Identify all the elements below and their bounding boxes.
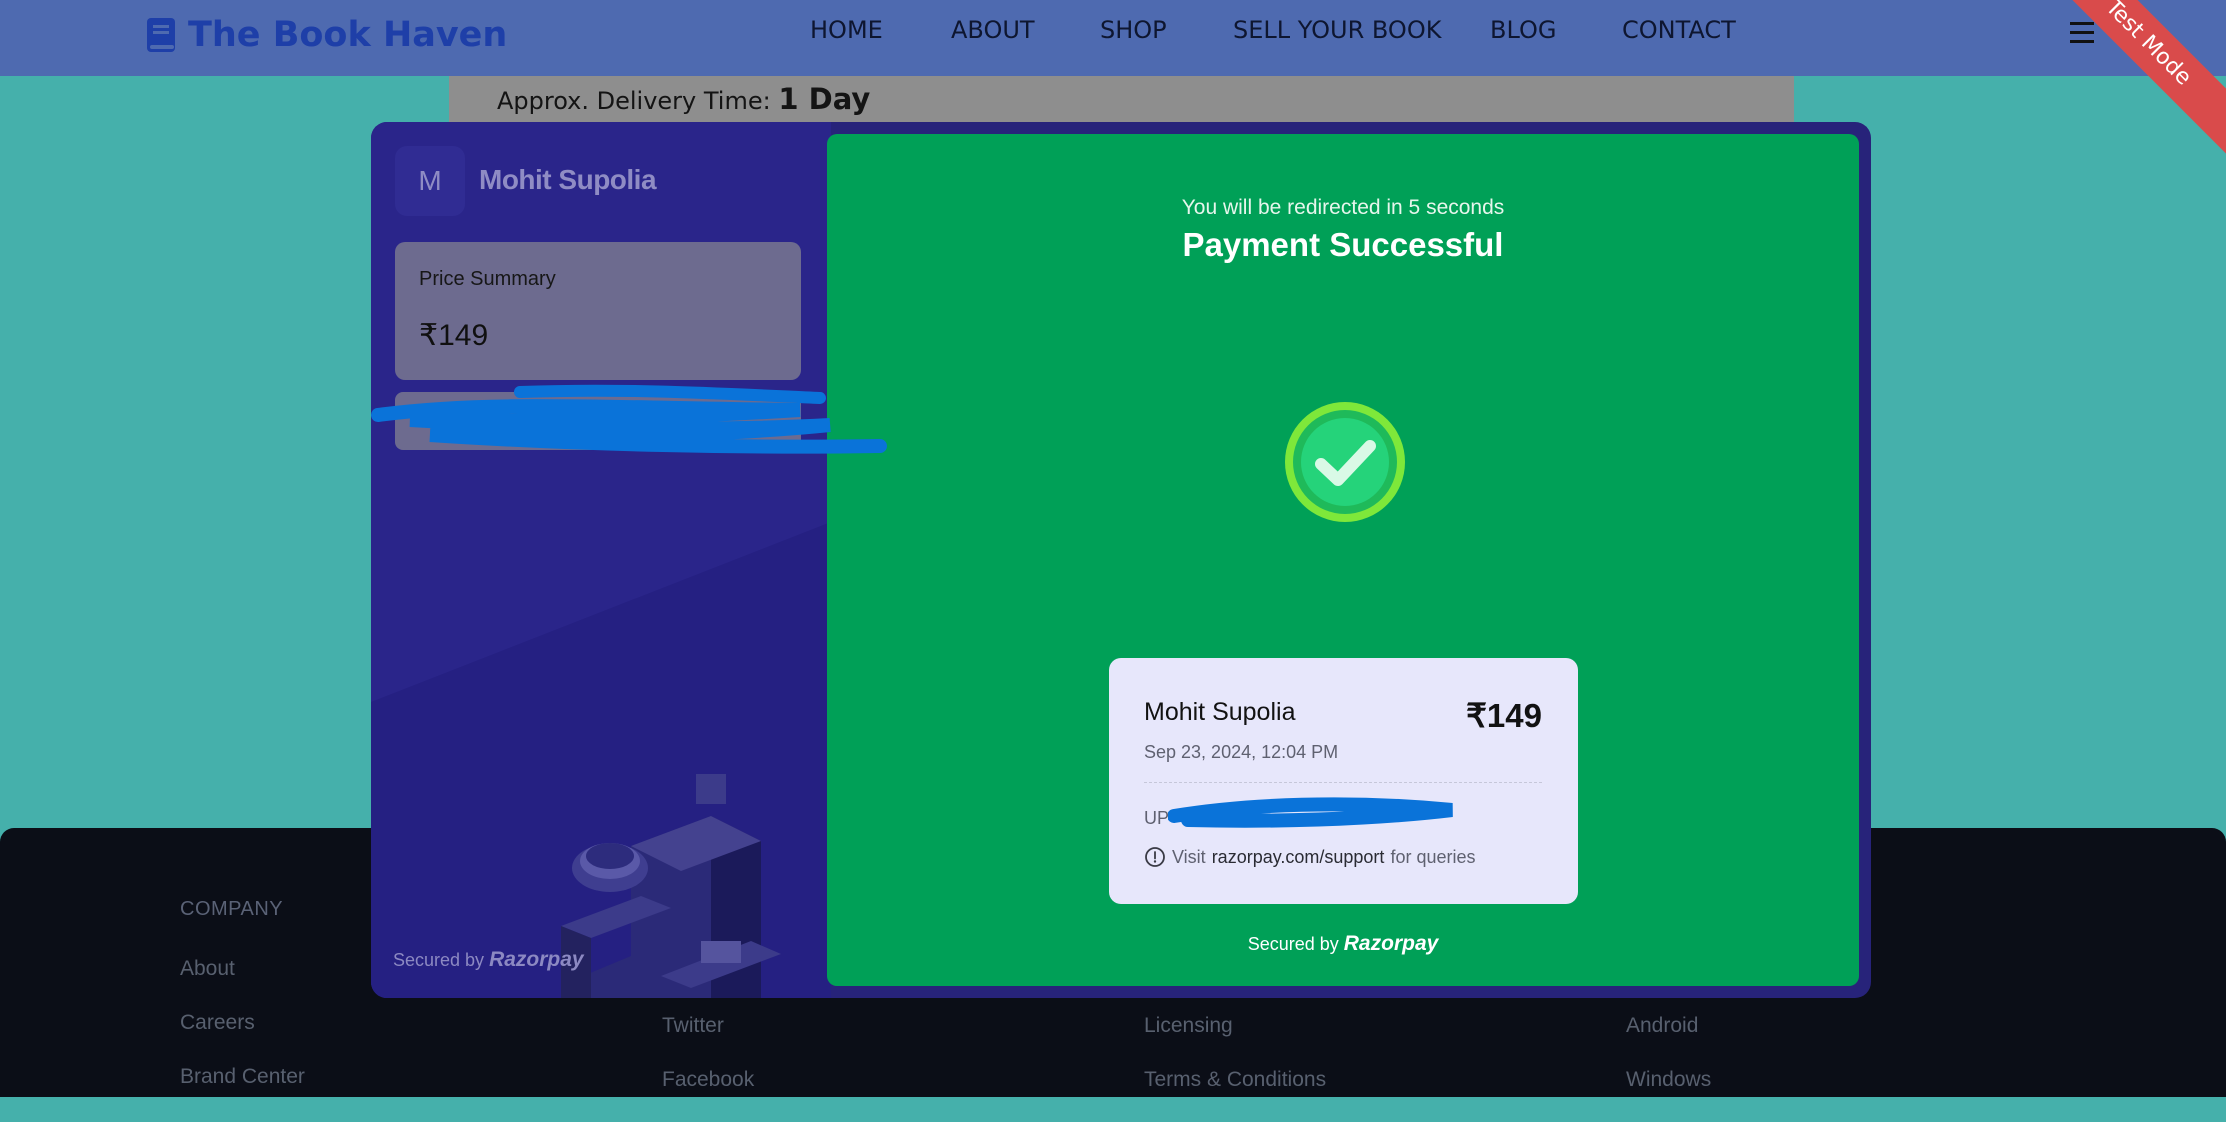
receipt-payee-name: Mohit Supolia [1144, 698, 1296, 726]
footer-link-android[interactable]: Android [1626, 1014, 1711, 1068]
footer-column-download: Android Windows [1626, 1014, 1711, 1122]
buildings-illustration [561, 774, 781, 998]
checkout-modal: M Mohit Supolia Price Summary ₹149 Secur… [371, 122, 1871, 998]
delivery-strip: Approx. Delivery Time: 1 Day [449, 76, 1794, 122]
footer-column-social: Twitter Facebook [662, 1014, 754, 1122]
footer-link-windows[interactable]: Windows [1626, 1068, 1711, 1122]
price-summary-card: Price Summary ₹149 [395, 242, 801, 380]
receipt-support-line: Visit razorpay.com/support for queries [1144, 846, 1475, 868]
footer-column-company: COMPANY About Careers Brand Center [180, 898, 305, 1119]
razorpay-logo: Razorpay [1343, 932, 1439, 955]
footer-link-licensing[interactable]: Licensing [1144, 1014, 1326, 1068]
merchant-panel: M Mohit Supolia Price Summary ₹149 Secur… [371, 122, 831, 998]
nav-about[interactable]: ABOUT [951, 16, 1035, 44]
payment-success-panel: You will be redirected in 5 seconds Paym… [827, 134, 1859, 986]
merchant-name: Mohit Supolia [479, 164, 657, 195]
redirect-countdown: You will be redirected in 5 seconds [1181, 196, 1505, 219]
success-check-icon [1285, 402, 1405, 522]
payment-receipt-card: Mohit Supolia ₹149 Sep 23, 2024, 12:04 P… [1109, 658, 1578, 904]
nav-blog[interactable]: BLOG [1490, 16, 1556, 44]
site-header: The Book Haven HOME ABOUT SHOP SELL YOUR… [0, 0, 2226, 76]
footer-link-careers[interactable]: Careers [180, 1011, 305, 1065]
footer-link-about[interactable]: About [180, 957, 305, 1011]
nav-shop[interactable]: SHOP [1100, 16, 1167, 44]
secured-by-right: Secured by Razorpay [1247, 932, 1439, 955]
footer-heading: COMPANY [180, 898, 284, 920]
price-summary-value: ₹149 [419, 319, 489, 352]
delivery-label: Approx. Delivery Time: [497, 87, 771, 115]
footer-link-brand-center[interactable]: Brand Center [180, 1065, 305, 1119]
info-icon [1145, 847, 1165, 867]
receipt-divider [1144, 782, 1542, 783]
hamburger-menu-icon[interactable] [2070, 22, 2094, 49]
nav-sell-your-book[interactable]: SELL YOUR BOOK [1233, 16, 1441, 44]
price-summary-label: Price Summary [419, 268, 556, 290]
success-title: Payment Successful [1182, 226, 1504, 263]
footer-link-twitter[interactable]: Twitter [662, 1014, 754, 1068]
merchant-avatar: M [395, 146, 465, 216]
support-link[interactable]: razorpay.com/support [1212, 847, 1385, 868]
secured-by-left: Secured by Razorpay [393, 948, 584, 971]
redacted-card [395, 392, 801, 450]
receipt-amount: ₹149 [1465, 697, 1542, 734]
book-icon [146, 17, 176, 53]
site-title: The Book Haven [188, 15, 508, 55]
footer-link-facebook[interactable]: Facebook [662, 1068, 754, 1122]
site-logo[interactable]: The Book Haven [146, 10, 507, 60]
razorpay-logo: Razorpay [489, 948, 584, 971]
footer-column-legal: Licensing Terms & Conditions [1144, 1014, 1326, 1122]
nav-home[interactable]: HOME [810, 16, 883, 44]
receipt-date: Sep 23, 2024, 12:04 PM [1144, 742, 1339, 762]
delivery-value: 1 Day [778, 82, 871, 116]
nav-contact[interactable]: CONTACT [1622, 16, 1736, 44]
receipt-payment-method: UP [1144, 808, 1170, 828]
footer-link-terms[interactable]: Terms & Conditions [1144, 1068, 1326, 1122]
